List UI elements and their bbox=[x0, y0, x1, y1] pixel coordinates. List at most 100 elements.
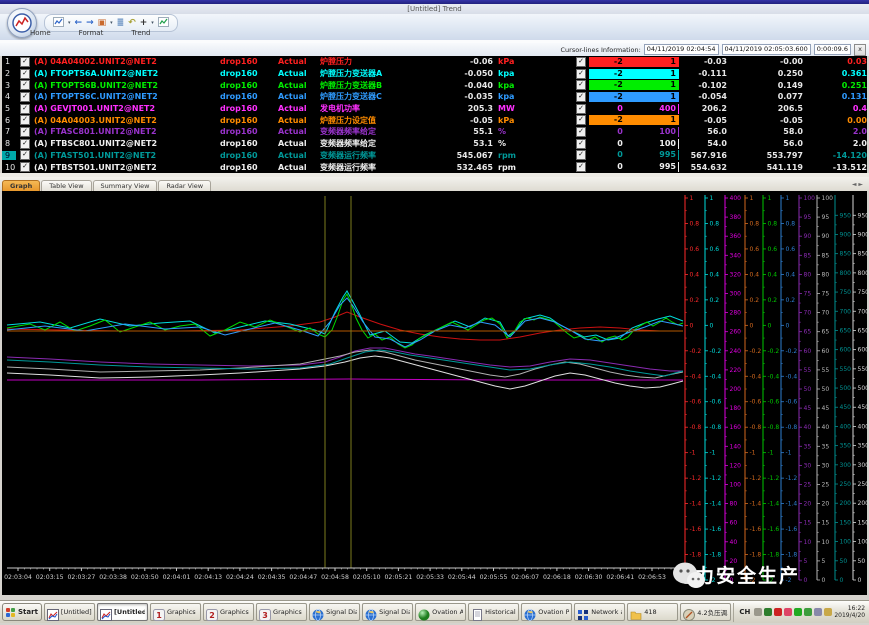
taskbar-item[interactable]: 3Graphics - -... bbox=[256, 603, 307, 621]
taskbar-item[interactable]: 418 bbox=[627, 603, 678, 621]
cursor-delta-field[interactable]: 0:00:09.6 bbox=[814, 44, 851, 55]
scale-checkbox-cell: ✓ bbox=[573, 69, 589, 79]
row-number[interactable]: 7 bbox=[2, 127, 16, 136]
row-number[interactable]: 8 bbox=[2, 139, 16, 148]
time-tick-label: 02:04:24 bbox=[226, 574, 254, 581]
scale-checkbox[interactable]: ✓ bbox=[576, 162, 586, 172]
cursor2-time-field[interactable]: 04/11/2019 02:05:03.600 bbox=[722, 44, 811, 55]
taskbar-item[interactable]: Historical Re... bbox=[468, 603, 519, 621]
ribbon-tab-format[interactable]: Format bbox=[75, 28, 108, 38]
flag-icon[interactable] bbox=[814, 608, 822, 616]
range-bar[interactable]: -21 bbox=[589, 115, 679, 125]
scale-checkbox[interactable]: ✓ bbox=[576, 92, 586, 102]
scale-checkbox[interactable]: ✓ bbox=[576, 69, 586, 79]
row-checkbox[interactable]: ✓ bbox=[20, 150, 30, 160]
axis-tick-label: -1.2 bbox=[750, 475, 762, 482]
row-number[interactable]: 5 bbox=[2, 104, 16, 113]
view-tab-graph[interactable]: Graph bbox=[2, 180, 40, 191]
tab-scroll-arrows[interactable]: ◄ ► bbox=[852, 181, 863, 188]
range-bar[interactable]: 0400 bbox=[589, 104, 679, 114]
cursor-info-close-button[interactable]: x bbox=[854, 44, 866, 56]
view-tab-table-view[interactable]: Table View bbox=[41, 180, 91, 191]
scale-checkbox[interactable]: ✓ bbox=[576, 127, 586, 137]
sparkline-icon[interactable] bbox=[158, 17, 169, 30]
scale-checkbox[interactable]: ✓ bbox=[576, 80, 586, 90]
range-bar[interactable]: -21 bbox=[589, 92, 679, 102]
ribbon-tab-trend[interactable]: Trend bbox=[127, 28, 154, 38]
scale-checkbox[interactable]: ✓ bbox=[576, 115, 586, 125]
forward-icon[interactable]: → bbox=[86, 18, 94, 28]
view-tab-radar-view[interactable]: Radar View bbox=[158, 180, 211, 191]
scale-checkbox-cell: ✓ bbox=[573, 92, 589, 102]
start-button[interactable]: Start bbox=[2, 603, 42, 621]
row-number[interactable]: 3 bbox=[2, 81, 16, 90]
row-checkbox[interactable]: ✓ bbox=[20, 127, 30, 137]
taskbar-item[interactable]: Signal Diagra... bbox=[309, 603, 360, 621]
green-shield-icon[interactable] bbox=[764, 608, 772, 616]
scale-checkbox[interactable]: ✓ bbox=[576, 150, 586, 160]
taskbar-item[interactable]: 4.2负压调... bbox=[680, 603, 731, 621]
row-checkbox[interactable]: ✓ bbox=[20, 104, 30, 114]
leaf-icon[interactable] bbox=[804, 608, 812, 616]
dropdown-icon[interactable]: ▾ bbox=[151, 18, 154, 28]
scale-checkbox[interactable]: ✓ bbox=[576, 104, 586, 114]
trend-chart[interactable]: 02:03:0402:03:1502:03:2702:03:3802:03:50… bbox=[0, 191, 869, 595]
dropdown-icon[interactable]: ▾ bbox=[68, 18, 71, 28]
taskbar-item[interactable]: Network and... bbox=[574, 603, 625, 621]
dropdown-icon[interactable]: ▾ bbox=[110, 18, 113, 28]
chip-icon[interactable] bbox=[824, 608, 832, 616]
range-bar[interactable]: -21 bbox=[589, 80, 679, 90]
taskbar-item[interactable]: 1Graphics - -... bbox=[150, 603, 201, 621]
row-checkbox[interactable]: ✓ bbox=[20, 115, 30, 125]
axis-tick-label: 50 bbox=[822, 386, 830, 393]
language-indicator[interactable]: CH bbox=[737, 607, 752, 617]
view-tab-summary-view[interactable]: Summary View bbox=[93, 180, 158, 191]
row-number[interactable]: 9 bbox=[2, 151, 16, 160]
range-max: 1 bbox=[623, 69, 678, 79]
range-bar[interactable]: -21 bbox=[589, 57, 679, 67]
row-number[interactable]: 4 bbox=[2, 92, 16, 101]
row-checkbox[interactable]: ✓ bbox=[20, 57, 30, 67]
range-bar[interactable]: 0100 bbox=[589, 127, 679, 137]
cursor1-time-field[interactable]: 04/11/2019 02:04:54 bbox=[644, 44, 719, 55]
undo-icon[interactable]: ↶ bbox=[128, 18, 136, 28]
range-bar[interactable]: 0995 bbox=[589, 150, 679, 160]
row-number[interactable]: 6 bbox=[2, 116, 16, 125]
range-bar[interactable]: 0100 bbox=[589, 139, 679, 149]
axis-tick-label: 0 bbox=[786, 322, 790, 329]
row-checkbox[interactable]: ✓ bbox=[20, 162, 30, 172]
pink-status-icon[interactable] bbox=[784, 608, 792, 616]
row-number[interactable]: 2 bbox=[2, 69, 16, 78]
keyboard-icon[interactable] bbox=[754, 608, 762, 616]
row-checkbox[interactable]: ✓ bbox=[20, 92, 30, 102]
taskbar-item[interactable]: Ovation Alar... bbox=[415, 603, 466, 621]
row-checkbox[interactable]: ✓ bbox=[20, 69, 30, 79]
row-number[interactable]: 1 bbox=[2, 57, 16, 66]
taskbar-item[interactable]: 2Graphics - -... bbox=[203, 603, 254, 621]
row-number[interactable]: 10 bbox=[2, 163, 16, 172]
row-checkbox[interactable]: ✓ bbox=[20, 139, 30, 149]
axis-tick-label: 750 bbox=[858, 289, 869, 296]
axis-tick-label: -0.2 bbox=[690, 348, 702, 355]
taskbar-item[interactable]: Signal Diagra... bbox=[362, 603, 413, 621]
add-icon[interactable]: + bbox=[140, 18, 148, 28]
row-checkbox-cell: ✓ bbox=[16, 150, 34, 160]
range-bar[interactable]: -21 bbox=[589, 69, 679, 79]
row-checkbox[interactable]: ✓ bbox=[20, 80, 30, 90]
window-icon[interactable]: ▣ bbox=[98, 18, 107, 28]
range-bar[interactable]: 0995 bbox=[589, 162, 679, 172]
taskbar-item[interactable]: Ovation Poin... bbox=[521, 603, 572, 621]
axis-tick-label: 900 bbox=[840, 231, 852, 238]
axis-tick-label: 200 bbox=[730, 386, 742, 393]
green-status-icon[interactable] bbox=[794, 608, 802, 616]
axis-tick-label: 0.8 bbox=[750, 220, 760, 227]
ribbon-tab-home[interactable]: Home bbox=[26, 28, 55, 38]
details-icon[interactable]: ≣ bbox=[117, 18, 125, 28]
taskbar-item[interactable]: [Untitled] T... bbox=[97, 603, 148, 621]
back-icon[interactable]: ← bbox=[75, 18, 83, 28]
document-icon bbox=[471, 606, 483, 618]
scale-checkbox[interactable]: ✓ bbox=[576, 139, 586, 149]
red-status-icon[interactable] bbox=[774, 608, 782, 616]
taskbar-item[interactable]: [Untitled] Tr... bbox=[44, 603, 95, 621]
scale-checkbox[interactable]: ✓ bbox=[576, 57, 586, 67]
